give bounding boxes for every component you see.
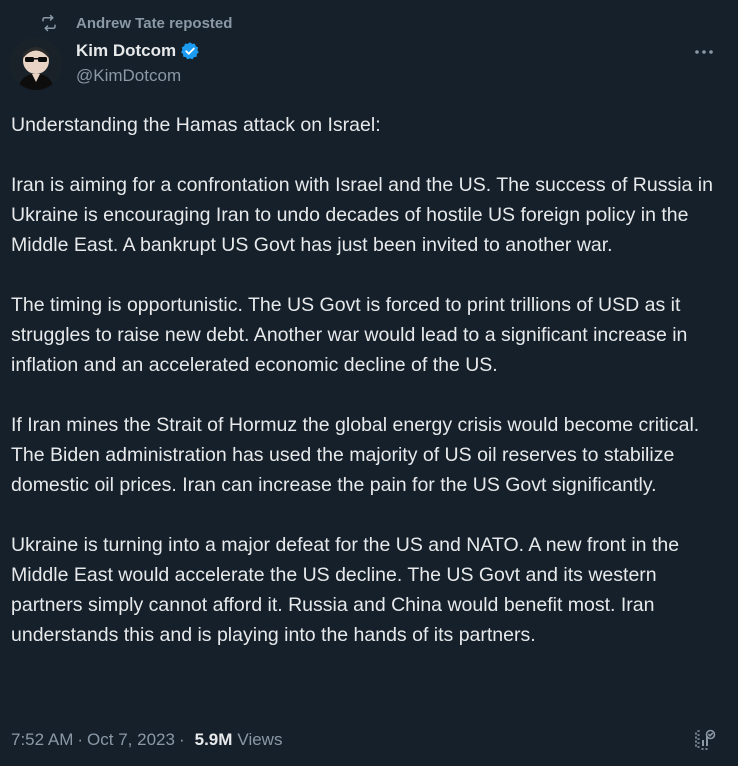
author-handle[interactable]: @KimDotcom: [76, 66, 200, 86]
more-options-icon[interactable]: [692, 40, 716, 64]
meta-separator: ·: [77, 730, 84, 749]
tweet-paragraph: Iran is aiming for a confrontation with …: [11, 174, 713, 256]
views-label: Views: [237, 730, 283, 749]
author-block[interactable]: Kim Dotcom @KimDotcom: [76, 38, 200, 86]
repost-icon: [40, 14, 58, 32]
repost-text: Andrew Tate reposted: [76, 14, 233, 32]
analytics-icon[interactable]: [692, 727, 718, 753]
views-count: 5.9M: [194, 730, 233, 749]
verified-badge-icon[interactable]: [180, 41, 200, 61]
tweet-body: Understanding the Hamas attack on Israel…: [11, 110, 727, 650]
tweet-meta: 7:52 AM · Oct 7, 2023 · 5.9M Views: [11, 728, 282, 752]
tweet-paragraph: If Iran mines the Strait of Hormuz the g…: [11, 414, 700, 496]
author-display-name[interactable]: Kim Dotcom: [76, 41, 176, 61]
avatar[interactable]: [10, 38, 62, 90]
tweet-time[interactable]: 7:52 AM: [11, 730, 73, 750]
tweet-paragraph: Understanding the Hamas attack on Israel…: [11, 114, 381, 136]
tweet-date[interactable]: Oct 7, 2023: [87, 730, 175, 750]
tweet[interactable]: Andrew Tate reposted Kim Dotcom @KimDotc…: [0, 0, 738, 766]
tweet-paragraph: Ukraine is turning into a major defeat f…: [11, 534, 680, 646]
tweet-paragraph: The timing is opportunistic. The US Govt…: [11, 294, 688, 376]
repost-indicator[interactable]: Andrew Tate reposted: [40, 12, 232, 34]
meta-separator: ·: [178, 730, 185, 749]
